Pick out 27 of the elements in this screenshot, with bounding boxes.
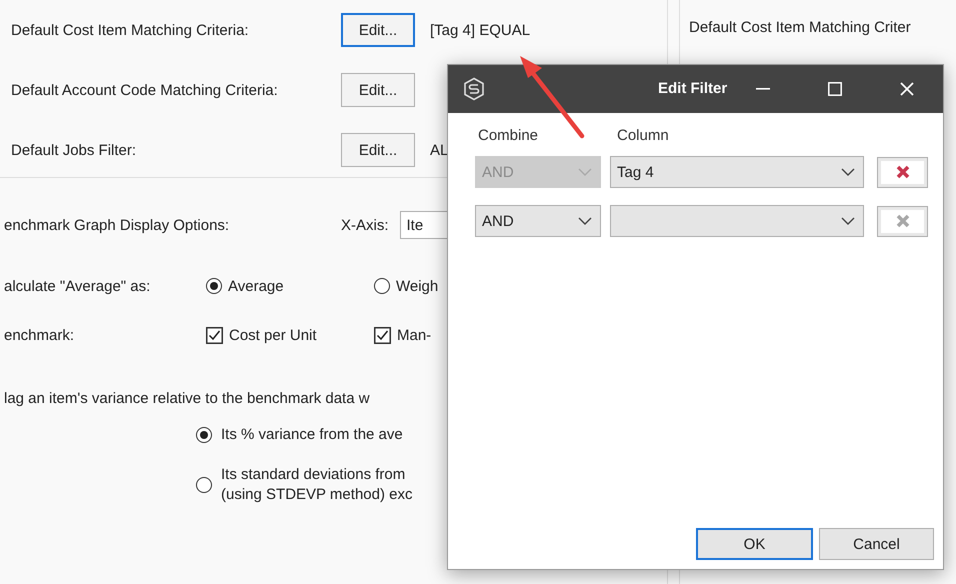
- column-header: Combine: [477, 127, 540, 144]
- column-dropdown[interactable]: Tag 4: [610, 156, 864, 188]
- dialog-button[interactable]: Cancel: [819, 528, 934, 560]
- edit-button[interactable]: Edit...: [341, 133, 415, 167]
- field-label: Default Cost Item Matching Criteria:: [10, 22, 250, 38]
- combine-dropdown[interactable]: AND: [475, 205, 601, 237]
- column-header: Column: [616, 127, 669, 144]
- field-label: Default Jobs Filter:: [10, 142, 138, 158]
- field-label: Default Account Code Matching Criteria:: [10, 82, 279, 98]
- dialog-title: Edit Filter: [658, 80, 728, 97]
- radio-label: Its % variance from the ave: [221, 425, 403, 445]
- x-axis-label: X-Axis:: [341, 216, 389, 234]
- radio-label: Average: [228, 278, 284, 294]
- field-label: alculate "Average" as:: [3, 278, 152, 294]
- field-label: Default Cost Item Matching Criter: [689, 19, 911, 36]
- field-label: enchmark:: [3, 326, 76, 344]
- section-label: enchmark Graph Display Options:: [3, 216, 230, 234]
- radio-label: Its standard deviations from (using STDEVP method) exc: [221, 465, 412, 505]
- dialog-button[interactable]: OK: [696, 528, 813, 560]
- criteria-value: [Tag 4] EQUAL: [430, 22, 530, 38]
- criteria-value: AL: [430, 142, 448, 158]
- edit-button[interactable]: Edit...: [341, 73, 415, 107]
- edit-button[interactable]: Edit...: [341, 13, 415, 47]
- radio-label: Weigh: [396, 278, 438, 294]
- checkbox-label: Cost per Unit: [229, 326, 317, 344]
- instruction-text: lag an item's variance relative to the benchmark data w: [3, 390, 371, 407]
- checkbox-label: Man-: [397, 326, 432, 344]
